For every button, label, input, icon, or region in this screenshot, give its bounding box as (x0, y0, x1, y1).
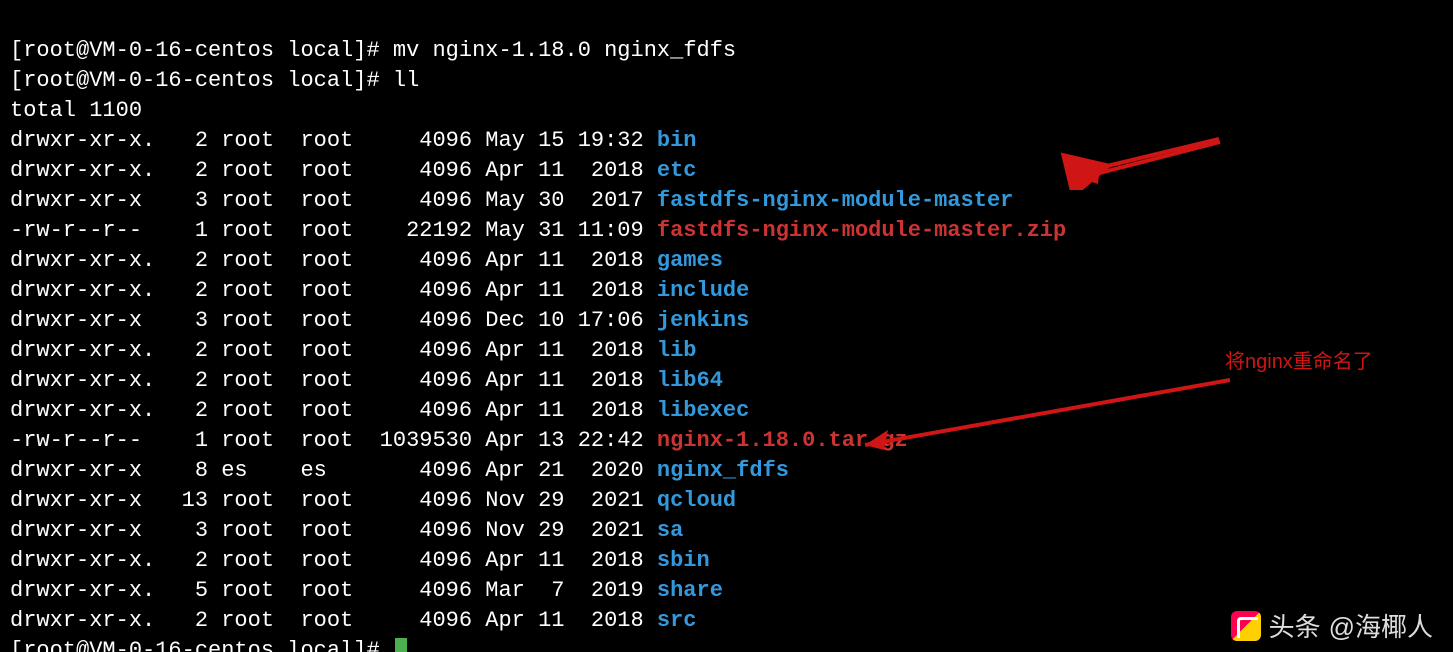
watermark: 头条 @海椰人 (1231, 607, 1433, 644)
watermark-prefix: 头条 (1269, 607, 1321, 644)
file-name: lib64 (657, 368, 723, 393)
list-row: drwxr-xr-x. 2 root root 4096 Apr 11 2018 (10, 608, 657, 633)
watermark-author: @海椰人 (1329, 607, 1433, 644)
file-name: qcloud (657, 488, 736, 513)
file-name: bin (657, 128, 697, 153)
list-row: drwxr-xr-x. 2 root root 4096 Apr 11 2018 (10, 398, 657, 423)
file-name: sa (657, 518, 683, 543)
list-row: -rw-r--r-- 1 root root 22192 May 31 11:0… (10, 218, 657, 243)
list-row: drwxr-xr-x 3 root root 4096 Dec 10 17:06 (10, 308, 657, 333)
list-row: drwxr-xr-x. 2 root root 4096 Apr 11 2018 (10, 548, 657, 573)
list-row: drwxr-xr-x 3 root root 4096 May 30 2017 (10, 188, 657, 213)
list-row: drwxr-xr-x. 2 root root 4096 Apr 11 2018 (10, 278, 657, 303)
file-name: share (657, 578, 723, 603)
file-name: nginx-1.18.0.tar.gz (657, 428, 908, 453)
toutiao-logo-icon (1231, 611, 1261, 641)
prompt-2: [root@VM-0-16-centos local]# (10, 68, 393, 93)
file-name: nginx_fdfs (657, 458, 789, 483)
list-row: drwxr-xr-x. 2 root root 4096 May 15 19:3… (10, 128, 657, 153)
list-row: drwxr-xr-x. 2 root root 4096 Apr 11 2018 (10, 338, 657, 363)
cursor-block (395, 638, 407, 652)
file-name: fastdfs-nginx-module-master (657, 188, 1013, 213)
total-line: total 1100 (10, 98, 142, 123)
list-row: drwxr-xr-x. 2 root root 4096 Apr 11 2018 (10, 158, 657, 183)
command-mv: mv nginx-1.18.0 nginx_fdfs (393, 38, 736, 63)
list-row: drwxr-xr-x 13 root root 4096 Nov 29 2021 (10, 488, 657, 513)
file-name: games (657, 248, 723, 273)
list-row: drwxr-xr-x. 2 root root 4096 Apr 11 2018 (10, 368, 657, 393)
list-row: drwxr-xr-x. 2 root root 4096 Apr 11 2018 (10, 248, 657, 273)
list-row: drwxr-xr-x 8 es es 4096 Apr 21 2020 (10, 458, 657, 483)
list-row: drwxr-xr-x. 5 root root 4096 Mar 7 2019 (10, 578, 657, 603)
file-listing: drwxr-xr-x. 2 root root 4096 May 15 19:3… (10, 126, 1443, 636)
file-name: fastdfs-nginx-module-master.zip (657, 218, 1066, 243)
file-name: include (657, 278, 749, 303)
list-row: -rw-r--r-- 1 root root 1039530 Apr 13 22… (10, 428, 657, 453)
file-name: lib (657, 338, 697, 363)
command-ll: ll (393, 68, 419, 93)
file-name: sbin (657, 548, 710, 573)
terminal-output[interactable]: [root@VM-0-16-centos local]# mv nginx-1.… (0, 0, 1453, 652)
prompt-1: [root@VM-0-16-centos local]# (10, 38, 393, 63)
file-name: src (657, 608, 697, 633)
prompt-3: [root@VM-0-16-centos local]# (10, 638, 393, 652)
file-name: jenkins (657, 308, 749, 333)
list-row: drwxr-xr-x 3 root root 4096 Nov 29 2021 (10, 518, 657, 543)
file-name: etc (657, 158, 697, 183)
file-name: libexec (657, 398, 749, 423)
